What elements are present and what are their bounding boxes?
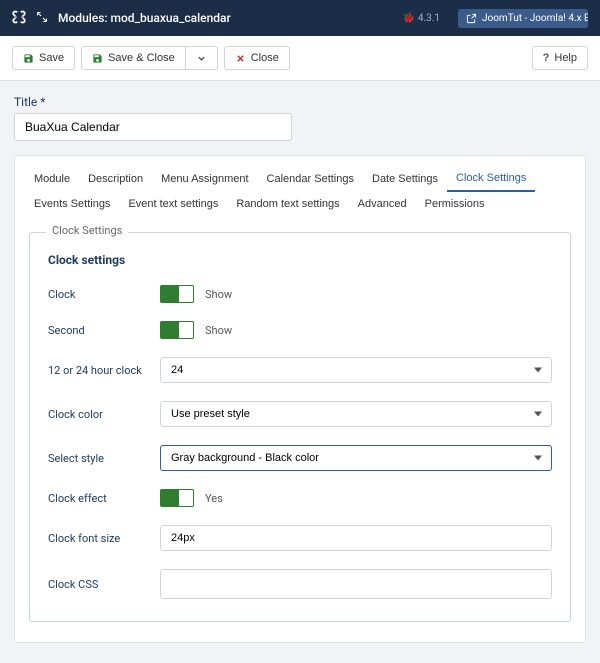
toggle-clock-effect-state: Yes	[205, 492, 223, 505]
label-hour-format: 12 or 24 hour clock	[48, 364, 160, 377]
toggle-clock[interactable]	[160, 285, 194, 303]
tab-description[interactable]: Description	[79, 166, 152, 192]
extension-link[interactable]: JoomTut - Joomla! 4.x Extens...	[458, 9, 588, 28]
joomla-logo-icon	[12, 10, 26, 27]
tab-permissions[interactable]: Permissions	[416, 192, 494, 216]
section-heading: Clock settings	[48, 253, 552, 267]
close-icon	[235, 53, 246, 64]
toggle-second[interactable]	[160, 321, 194, 339]
row-clock-css: Clock CSS	[48, 569, 552, 599]
tab-events-settings[interactable]: Events Settings	[25, 192, 119, 216]
fieldset-legend: Clock Settings	[46, 224, 128, 237]
select-style[interactable]: Gray background - Black color	[160, 445, 552, 471]
select-hour-format[interactable]: 24	[160, 357, 552, 383]
expand-icon[interactable]	[36, 11, 48, 26]
label-clock: Clock	[48, 288, 160, 301]
row-clock-effect: Clock effect Yes	[48, 489, 552, 507]
close-button[interactable]: Close	[224, 46, 290, 70]
row-clock-color: Clock color Use preset style	[48, 401, 552, 427]
toggle-clock-state: Show	[205, 288, 232, 301]
clock-settings-fieldset: Clock Settings Clock settings Clock Show…	[29, 232, 571, 622]
tab-clock-settings[interactable]: Clock Settings	[447, 166, 535, 192]
label-second: Second	[48, 324, 160, 337]
row-clock-font-size: Clock font size	[48, 525, 552, 551]
toggle-clock-effect[interactable]	[160, 489, 194, 507]
input-clock-font-size[interactable]	[160, 525, 552, 551]
label-select-style: Select style	[48, 452, 160, 465]
title-input[interactable]	[14, 113, 292, 141]
chevron-down-icon	[196, 53, 207, 64]
page-title: Modules: mod_buaxua_calendar	[58, 11, 393, 25]
select-clock-color[interactable]: Use preset style	[160, 401, 552, 427]
version-badge: 🐞 4.3.1	[403, 13, 440, 24]
external-link-icon	[466, 13, 477, 24]
tabs: Module Description Menu Assignment Calen…	[15, 156, 585, 216]
save-dropdown-button[interactable]	[185, 46, 218, 70]
row-clock: Clock Show	[48, 285, 552, 303]
row-second: Second Show	[48, 321, 552, 339]
tab-menu-assignment[interactable]: Menu Assignment	[152, 166, 257, 192]
content: Title * Module Description Menu Assignme…	[0, 81, 600, 663]
label-clock-effect: Clock effect	[48, 492, 160, 505]
save-icon	[23, 53, 34, 64]
tab-module[interactable]: Module	[25, 166, 79, 192]
row-hour-format: 12 or 24 hour clock 24	[48, 357, 552, 383]
toolbar: Save Save & Close Close ? Help	[0, 36, 600, 81]
tab-random-text-settings[interactable]: Random text settings	[227, 192, 348, 216]
label-clock-css: Clock CSS	[48, 578, 160, 591]
input-clock-css[interactable]	[160, 569, 552, 599]
panel: Module Description Menu Assignment Calen…	[14, 155, 586, 643]
tab-advanced[interactable]: Advanced	[349, 192, 416, 216]
save-close-group: Save & Close	[81, 46, 218, 70]
save-button[interactable]: Save	[12, 46, 75, 70]
tab-date-settings[interactable]: Date Settings	[363, 166, 447, 192]
help-icon: ?	[543, 52, 550, 64]
tab-calendar-settings[interactable]: Calendar Settings	[258, 166, 363, 192]
row-select-style: Select style Gray background - Black col…	[48, 445, 552, 471]
label-clock-font-size: Clock font size	[48, 532, 160, 545]
save-close-button[interactable]: Save & Close	[81, 46, 186, 70]
save-icon	[92, 53, 103, 64]
toggle-second-state: Show	[205, 324, 232, 337]
title-label: Title *	[14, 95, 586, 109]
help-button[interactable]: ? Help	[532, 46, 588, 70]
label-clock-color: Clock color	[48, 408, 160, 421]
topbar: Modules: mod_buaxua_calendar 🐞 4.3.1 Joo…	[0, 0, 600, 36]
tab-event-text-settings[interactable]: Event text settings	[119, 192, 227, 216]
